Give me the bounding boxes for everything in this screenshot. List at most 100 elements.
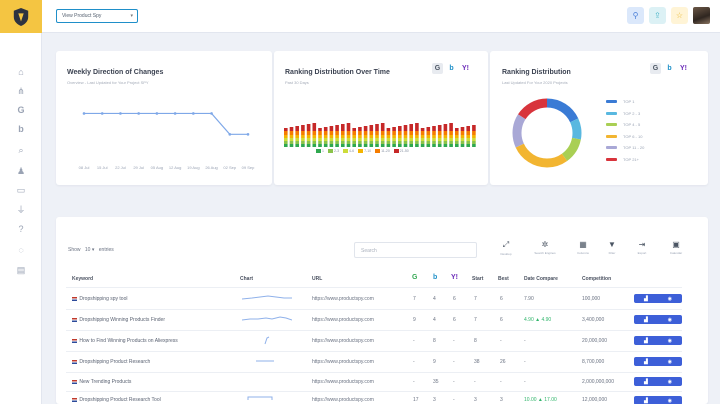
keyword-cell: Dropshipping Product Research Tool — [72, 397, 161, 403]
plug-icon[interactable]: ⏚ — [15, 204, 27, 216]
project-select[interactable]: View Product Spy ▾ — [56, 9, 138, 23]
legend-swatch — [606, 157, 617, 161]
bar-chart-icon[interactable]: ▟ — [644, 359, 648, 365]
org-chart-icon[interactable]: ♟ — [15, 165, 27, 177]
column-header-keyword[interactable]: Keyword — [72, 276, 93, 282]
upload-icon[interactable]: ⇪ — [649, 7, 666, 24]
row-actions[interactable]: ▟ ◉ — [634, 357, 682, 366]
bar-chart-icon[interactable]: ▟ — [644, 379, 648, 385]
bar-segment — [352, 138, 356, 141]
column-header-competition[interactable]: Competition — [582, 276, 611, 282]
bar-segment — [386, 135, 391, 138]
url-cell[interactable]: https://www.productspy.com — [312, 359, 374, 365]
more-icon[interactable]: ◉ — [668, 296, 672, 302]
row-actions[interactable]: ▟ ◉ — [634, 377, 682, 386]
legend-item: 1 — [316, 149, 324, 154]
bing-icon[interactable]: b — [15, 123, 27, 135]
tool-label: Filter — [608, 251, 616, 255]
row-actions[interactable]: ▟ ◉ — [634, 294, 682, 303]
url-cell[interactable]: https://www.productspy.com — [312, 317, 374, 323]
star-icon[interactable]: ☆ — [671, 7, 688, 24]
app-logo[interactable] — [0, 0, 42, 33]
bar-segment — [329, 135, 334, 138]
table-search-input[interactable]: Search — [354, 242, 477, 258]
bar-segment — [420, 138, 425, 141]
help-icon[interactable]: ? — [15, 223, 27, 235]
column-header-url[interactable]: URL — [312, 276, 322, 282]
column-header-date-compare[interactable]: Date Compare — [524, 276, 558, 282]
bar-segment — [415, 141, 419, 144]
desktop-tool[interactable]: ⤢ Desktop — [492, 240, 520, 256]
bar-chart-icon[interactable]: ▟ — [644, 296, 648, 302]
bar-segment — [426, 138, 431, 141]
url-cell[interactable]: https://www.productspy.com — [312, 379, 374, 385]
row-actions[interactable]: ▟ ◉ — [634, 315, 682, 324]
bar-segment — [409, 141, 413, 144]
legend-label: 4-6 — [349, 149, 355, 153]
chart-legend: 1 2-3 4-6 7-10 11-20 21-50 — [316, 149, 409, 154]
home-icon[interactable]: ⌂ — [15, 66, 27, 78]
google-engine-icon[interactable]: G — [650, 63, 661, 74]
bing-column-icon[interactable]: b — [433, 274, 437, 281]
bar-segment — [295, 138, 299, 141]
export-tool[interactable]: ⇥ Export — [628, 240, 656, 255]
bar-segment — [301, 135, 305, 138]
tool-label: Desktop — [500, 252, 512, 256]
bar-segment — [323, 127, 328, 131]
google-column-icon[interactable]: G — [412, 274, 417, 281]
search-icon[interactable]: ⚲ — [627, 7, 644, 24]
row-actions[interactable]: ▟ ◉ — [634, 336, 682, 345]
date-compare: 4.90 ▲ 4.90 — [524, 317, 552, 323]
column-header-best[interactable]: Best — [498, 276, 509, 282]
google-icon[interactable]: G — [15, 104, 27, 116]
bar-chart-icon[interactable]: ▟ — [644, 398, 648, 404]
more-icon[interactable]: ◉ — [668, 317, 672, 323]
more-icon[interactable]: ◉ — [668, 338, 672, 344]
report-icon[interactable]: ▤ — [15, 264, 27, 276]
calendar-tool[interactable]: ▣ Calendar — [662, 240, 690, 255]
bing-engine-icon[interactable]: b — [446, 63, 457, 74]
bar-segment — [443, 135, 448, 138]
search-icon[interactable]: ⌕ — [15, 144, 27, 156]
url-cell[interactable]: https://www.productspy.com — [312, 296, 374, 302]
search-placeholder: Search — [361, 248, 377, 254]
divider — [66, 330, 682, 331]
bar-segment — [363, 131, 368, 135]
entries-select[interactable]: 10 ▾ — [85, 247, 96, 253]
legend-item: 7-10 — [358, 149, 371, 154]
url-cell[interactable]: https://www.productspy.com — [312, 338, 374, 344]
bar-chart-icon[interactable]: ▟ — [644, 338, 648, 344]
card-icon[interactable]: ▭ — [15, 184, 27, 196]
avatar[interactable] — [693, 7, 710, 24]
bar-segment — [426, 144, 431, 147]
bing-rank: 3 — [433, 397, 436, 403]
bing-engine-icon[interactable]: b — [664, 63, 675, 74]
more-icon[interactable]: ◉ — [668, 359, 672, 365]
bar-segment — [415, 138, 419, 141]
bar-segment — [312, 135, 317, 138]
column-header-start[interactable]: Start — [472, 276, 483, 282]
column-header-chart[interactable]: Chart — [240, 276, 253, 282]
bar-segment — [437, 141, 442, 144]
bar-segment — [443, 131, 448, 135]
best-rank: 26 — [500, 359, 506, 365]
bar-chart-icon[interactable]: ▟ — [644, 317, 648, 323]
yahoo-column-icon[interactable]: Y! — [451, 274, 458, 281]
filter-tool[interactable]: ▼ Filter — [598, 240, 626, 255]
google-engine-icon[interactable]: G — [432, 63, 443, 74]
more-icon[interactable]: ◉ — [668, 398, 672, 404]
search-engines-tool[interactable]: ✲ Search Engines — [531, 240, 559, 255]
more-icon[interactable]: ◉ — [668, 379, 672, 385]
row-actions[interactable]: ▟ ◉ — [634, 396, 682, 404]
yahoo-engine-icon[interactable]: Y! — [678, 63, 689, 74]
bar-segment — [341, 138, 345, 141]
bar-segment — [432, 138, 436, 141]
bar-segment — [346, 138, 351, 141]
bar-segment — [398, 126, 402, 131]
columns-tool[interactable]: ▦ Columns — [569, 240, 597, 255]
bar-segment — [466, 131, 470, 135]
yahoo-engine-icon[interactable]: Y! — [460, 63, 471, 74]
sitemap-icon[interactable]: ⋔ — [15, 85, 27, 97]
url-cell[interactable]: https://www.productspy.com — [312, 397, 374, 403]
spinner-icon[interactable]: ◌ — [15, 244, 27, 256]
